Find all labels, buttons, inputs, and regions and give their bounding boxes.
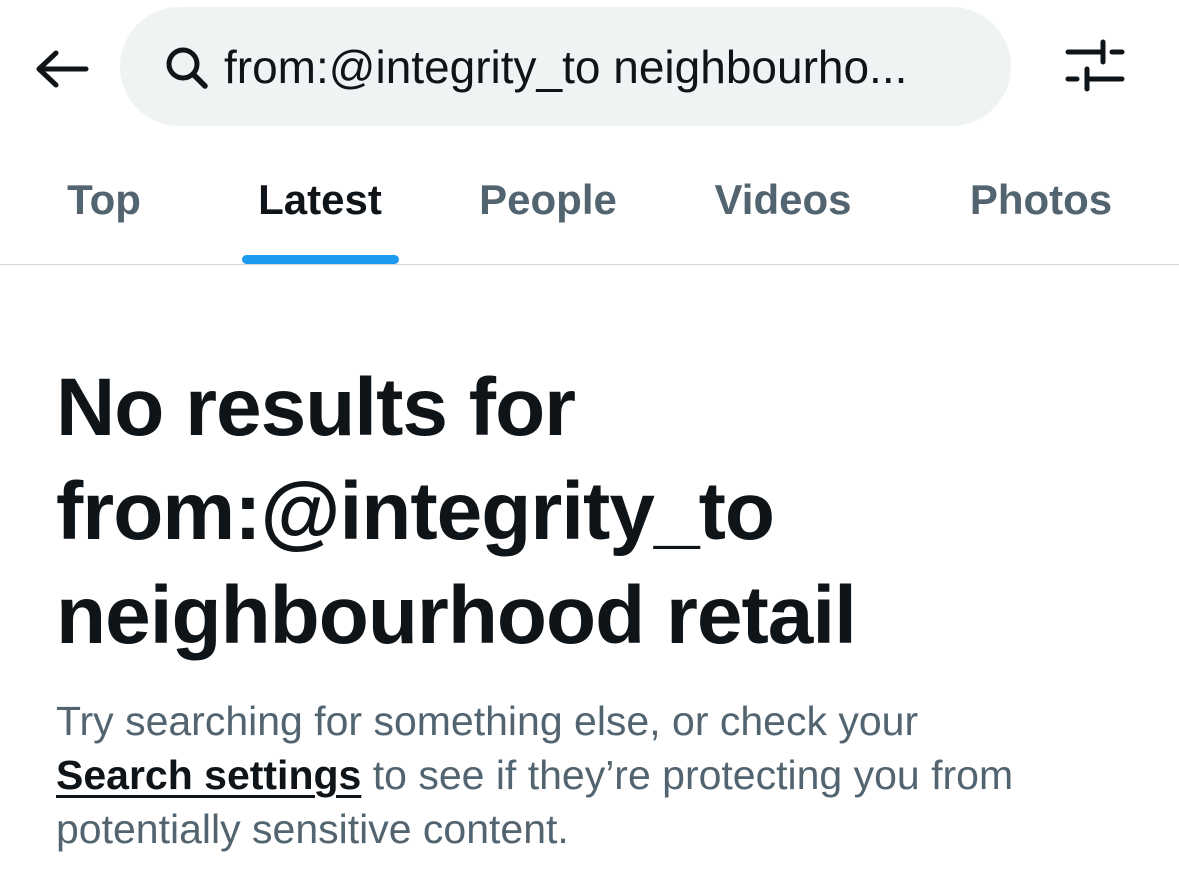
active-tab-indicator <box>242 255 399 264</box>
tab-videos[interactable]: Videos <box>690 150 876 250</box>
no-results-query-line: neighbourhood retail <box>56 570 857 661</box>
search-tabs: Top Latest People Videos Photos <box>0 150 1179 264</box>
tabs-divider <box>0 264 1179 265</box>
search-results-page: from:@integrity_to neighbourho... Top La… <box>0 0 1179 873</box>
back-button[interactable] <box>28 38 94 100</box>
tab-photos[interactable]: Photos <box>945 150 1137 250</box>
no-results-description: Try searching for something else, or che… <box>56 694 1146 856</box>
tab-latest[interactable]: Latest <box>230 150 410 250</box>
search-icon <box>166 47 208 89</box>
search-header: from:@integrity_to neighbourho... <box>0 0 1179 130</box>
search-filter-button[interactable] <box>1060 36 1130 98</box>
search-query-text[interactable]: from:@integrity_to neighbourho... <box>224 37 984 97</box>
no-results-title-line: No results for <box>56 362 576 453</box>
back-arrow-icon <box>36 50 89 88</box>
tab-people[interactable]: People <box>455 150 641 250</box>
tab-top[interactable]: Top <box>40 150 168 250</box>
no-results-query-line: from:@integrity_to <box>56 466 775 557</box>
search-input[interactable]: from:@integrity_to neighbourho... <box>120 7 1011 126</box>
search-settings-link[interactable]: Search settings <box>56 752 361 798</box>
no-results-title: No results for from:@integrity_to neighb… <box>56 356 1136 668</box>
description-text: Try searching for something else, or che… <box>56 698 919 744</box>
search-filter-sliders-icon <box>1065 39 1125 92</box>
